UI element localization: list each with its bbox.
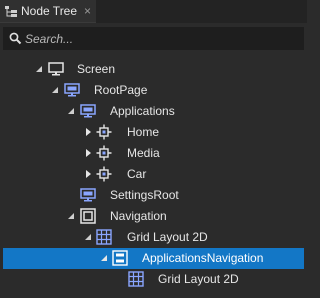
component-icon: [96, 124, 112, 140]
tree-item-home[interactable]: Home: [3, 122, 304, 143]
tree-item-label: Grid Layout 2D: [127, 230, 208, 244]
tree-item-label: Applications: [110, 104, 175, 118]
chevron-collapsed-icon[interactable]: [84, 149, 92, 157]
tree-item-applicationsnavigation[interactable]: ApplicationsNavigation: [3, 248, 304, 269]
tree-item-label: Home: [127, 125, 160, 139]
chevron-expanded-icon[interactable]: [100, 254, 108, 262]
chevron-expanded-icon[interactable]: [67, 107, 75, 115]
tree-item-label: SettingsRoot: [110, 188, 179, 202]
list-layout-icon: [112, 250, 128, 266]
chevron-collapsed-icon[interactable]: [84, 170, 92, 178]
tree-item-car[interactable]: Car: [3, 164, 304, 185]
tree-item-label: RootPage: [94, 83, 148, 97]
tree-item-label: Grid Layout 2D: [158, 272, 239, 286]
tree-item-grid-layout-2d[interactable]: Grid Layout 2D: [3, 227, 304, 248]
page-icon: [80, 188, 96, 202]
node-tree: Screen RootPage Applications Home Media …: [0, 0, 307, 298]
tree-item-settingsroot[interactable]: SettingsRoot: [3, 185, 304, 206]
page-icon: [80, 104, 96, 118]
grid-layout-icon: [96, 229, 112, 245]
chevron-expanded-icon[interactable]: [84, 233, 92, 241]
grid-layout-icon: [128, 271, 144, 287]
page-icon: [64, 83, 80, 97]
tree-item-label: Car: [127, 167, 147, 181]
chevron-expanded-icon[interactable]: [51, 86, 59, 94]
page-host-icon: [80, 208, 96, 224]
tree-item-grid-layout-2d-child[interactable]: Grid Layout 2D: [3, 269, 304, 290]
tree-item-label: ApplicationsNavigation: [142, 251, 264, 265]
tree-item-navigation[interactable]: Navigation: [3, 206, 304, 227]
tree-item-media[interactable]: Media: [3, 143, 304, 164]
tree-item-screen[interactable]: Screen: [3, 59, 304, 80]
tree-item-label: Media: [127, 146, 160, 160]
component-icon: [96, 145, 112, 161]
chevron-expanded-icon[interactable]: [67, 212, 75, 220]
tree-item-rootpage[interactable]: RootPage: [3, 80, 304, 101]
chevron-collapsed-icon[interactable]: [84, 128, 92, 136]
component-icon: [96, 166, 112, 182]
chevron-expanded-icon[interactable]: [35, 65, 43, 73]
tree-item-applications[interactable]: Applications: [3, 101, 304, 122]
tree-item-label: Screen: [77, 62, 116, 76]
tree-item-label: Navigation: [110, 209, 167, 223]
screen-icon: [48, 62, 64, 76]
